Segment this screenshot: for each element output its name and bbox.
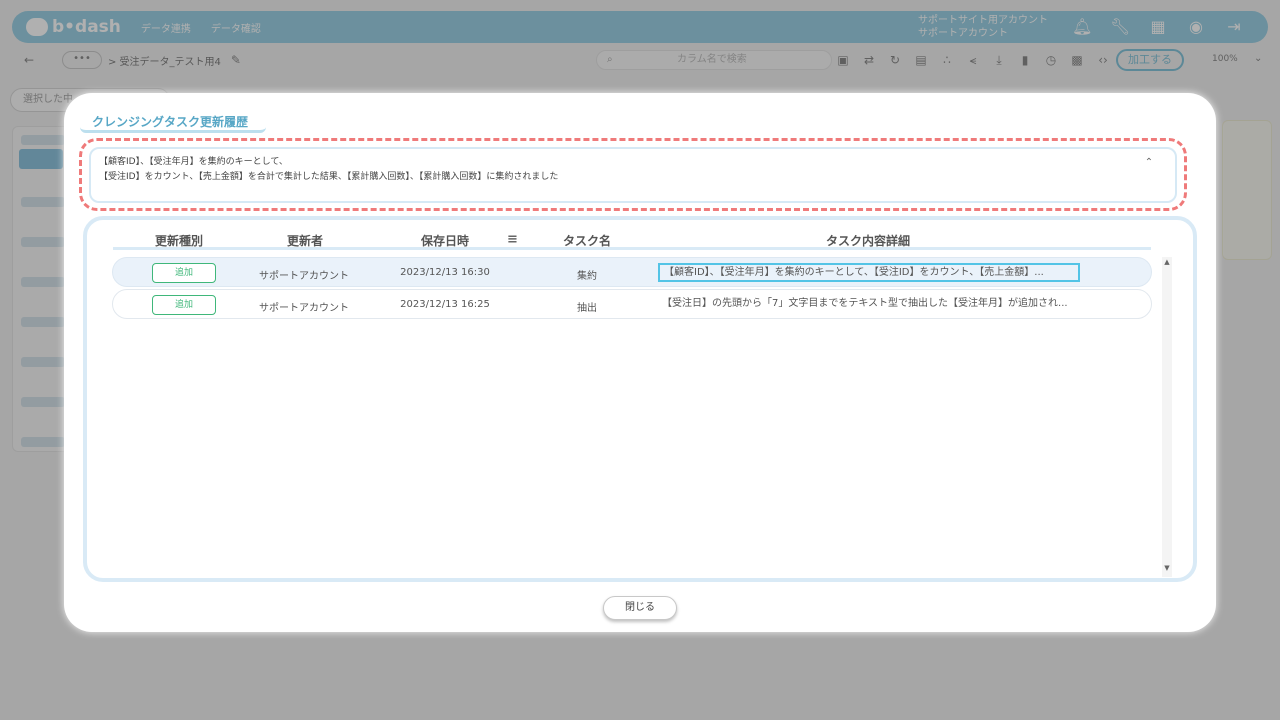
table-row[interactable]: 追加 サポートアカウント 2023/12/13 16:30 集約 【顧客ID】、…: [112, 257, 1152, 287]
filter-icon[interactable]: ≡: [507, 232, 518, 247]
update-type-badge: 追加: [152, 295, 216, 315]
cell-task-name: 抽出: [577, 303, 597, 314]
cell-task-detail[interactable]: 【受注日】の先頭から「7」文字目までをテキスト型で抽出した【受注年月】が追加され…: [658, 295, 1080, 314]
task-summary-box: 【顧客ID】、【受注年月】を集約のキーとして、 【受注ID】をカウント、【売上金…: [89, 147, 1177, 203]
update-type-badge: 追加: [152, 263, 216, 283]
title-underline: [80, 127, 266, 133]
cell-task-detail[interactable]: 【顧客ID】、【受注年月】を集約のキーとして、【受注ID】をカウント、【売上金額…: [658, 263, 1080, 282]
cell-task-name: 集約: [577, 271, 597, 282]
table-header: 更新種別 更新者 保存日時 ≡ タスク名 タスク内容詳細: [113, 224, 1151, 250]
summary-line-2: 【受注ID】をカウント、【売上金額】を合計で集計した結果、【累計購入回数】、【累…: [99, 172, 559, 182]
table-scrollbar[interactable]: [1162, 257, 1172, 577]
table-row[interactable]: 追加 サポートアカウント 2023/12/13 16:25 抽出 【受注日】の先…: [112, 289, 1152, 319]
cell-saved-at: 2023/12/13 16:25: [400, 299, 490, 310]
cell-updater: サポートアカウント: [259, 271, 349, 282]
header-update-type: 更新種別: [154, 234, 203, 248]
history-table: 更新種別 更新者 保存日時 ≡ タスク名 タスク内容詳細 追加 サポートアカウン…: [83, 216, 1197, 582]
header-task-detail: タスク内容詳細: [825, 234, 910, 248]
cell-saved-at: 2023/12/13 16:30: [400, 267, 490, 278]
summary-line-1: 【顧客ID】、【受注年月】を集約のキーとして、: [99, 157, 288, 167]
chevron-up-icon[interactable]: ⌃: [1141, 155, 1157, 171]
scroll-up-icon[interactable]: ▲: [1162, 258, 1172, 266]
header-saved-at[interactable]: 保存日時: [395, 232, 495, 249]
header-task-name: タスク名: [562, 234, 611, 248]
cell-updater: サポートアカウント: [259, 303, 349, 314]
close-button[interactable]: 閉じる: [603, 596, 677, 620]
header-updater: 更新者: [286, 234, 323, 248]
cleansing-task-history-modal: クレンジングタスク更新履歴 【顧客ID】、【受注年月】を集約のキーとして、 【受…: [64, 93, 1216, 632]
scroll-down-icon[interactable]: ▼: [1162, 564, 1172, 572]
